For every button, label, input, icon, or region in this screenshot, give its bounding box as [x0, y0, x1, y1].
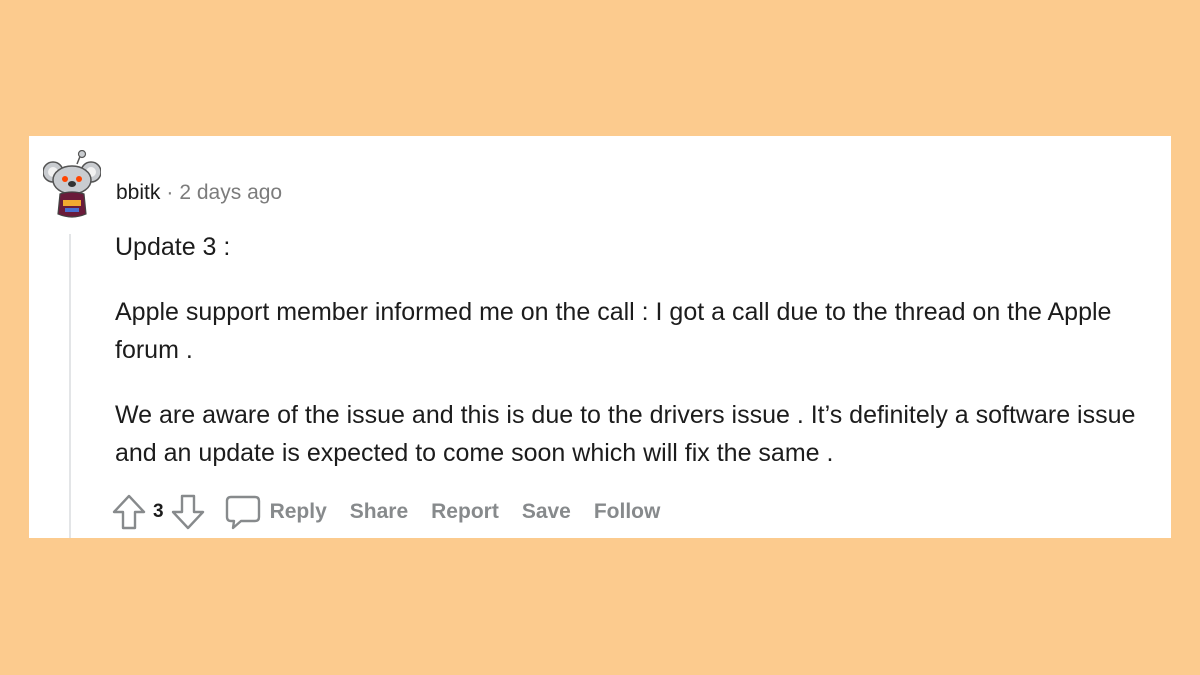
comment-actions: 3 Reply Share Report Save Follow	[111, 492, 660, 532]
timestamp[interactable]: 2 days ago	[179, 181, 282, 204]
share-button[interactable]: Share	[350, 500, 408, 524]
avatar[interactable]	[42, 149, 102, 222]
report-button[interactable]: Report	[431, 500, 499, 524]
reply-label: Reply	[269, 500, 327, 523]
comment-meta: bbitk · 2 days ago	[116, 180, 282, 206]
speech-bubble-icon	[225, 495, 260, 530]
downvote-button[interactable]	[170, 493, 206, 531]
arrow-up-icon	[112, 494, 146, 530]
meta-separator: ·	[166, 181, 174, 204]
save-button[interactable]: Save	[522, 500, 571, 524]
thread-line[interactable]	[69, 234, 71, 538]
upvote-button[interactable]	[111, 493, 147, 531]
comment-paragraph: Apple support member informed me on the …	[115, 298, 1112, 364]
reply-button[interactable]: Reply	[224, 493, 327, 531]
follow-button[interactable]: Follow	[594, 500, 661, 524]
comment-card: bbitk · 2 days ago Update 3 : Apple suppor…	[29, 136, 1171, 538]
snoo-koala-avatar-icon	[42, 149, 102, 218]
author-name[interactable]: bbitk	[116, 181, 160, 204]
comment-body: Update 3 : Apple support member informed…	[115, 228, 1145, 499]
comment-paragraph: We are aware of the issue and this is du…	[115, 401, 1136, 467]
vote-count: 3	[153, 501, 164, 522]
arrow-down-icon	[171, 494, 204, 530]
comment-paragraph: Update 3 :	[115, 233, 231, 261]
